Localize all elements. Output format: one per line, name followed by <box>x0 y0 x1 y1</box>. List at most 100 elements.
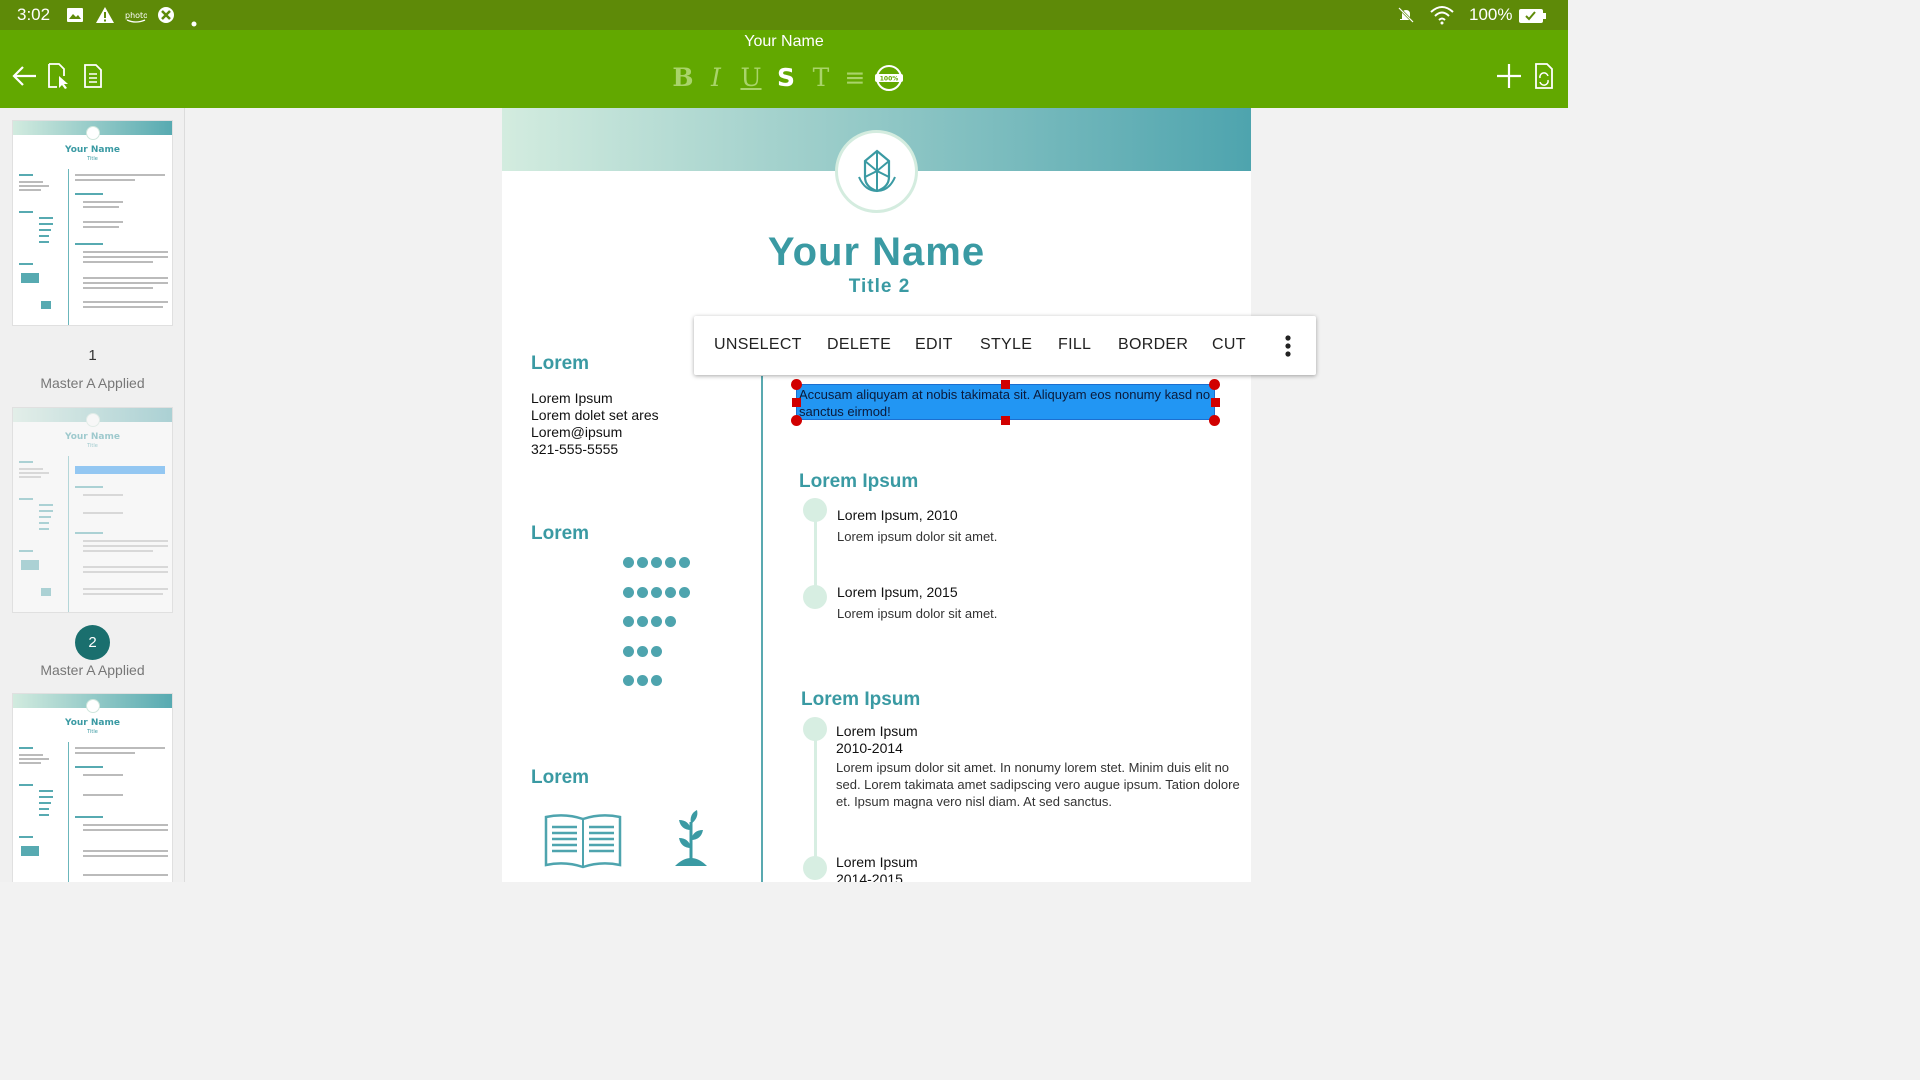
entry-years[interactable]: 2014-2015 <box>836 871 903 882</box>
cut-menu-item[interactable]: CUT <box>1212 336 1246 354</box>
page-number-1: 1 <box>88 347 97 364</box>
skill-dot <box>665 557 676 568</box>
app-toolbar: Your Name B I U S T ≡ 100% <box>0 30 1568 108</box>
skill-dot <box>651 557 662 568</box>
resize-handle-top[interactable] <box>1001 380 1010 389</box>
skill-dot <box>637 645 648 657</box>
entry-title[interactable]: Lorem Ipsum, 2015 <box>837 584 958 600</box>
lotus-logo-icon <box>835 130 918 213</box>
skill-dot <box>623 645 634 657</box>
do-not-disturb-icon <box>1397 6 1415 28</box>
status-bar: 3:02 photos 100% <box>0 0 1568 30</box>
skill-dot-row <box>623 645 662 657</box>
skill-dot <box>651 616 662 627</box>
style-menu-item[interactable]: STYLE <box>980 336 1032 354</box>
resize-handle-right[interactable] <box>1211 398 1220 407</box>
open-book-icon <box>543 813 623 873</box>
page-thumbnail-2[interactable]: Your Name Title <box>12 407 173 613</box>
italic-button[interactable]: I <box>705 63 727 93</box>
page-master-label-2: Master A Applied <box>40 662 145 678</box>
edit-menu-item[interactable]: EDIT <box>915 336 953 354</box>
skill-dot-row <box>623 616 676 627</box>
svg-text:photos: photos <box>125 11 147 20</box>
entry-title[interactable]: Lorem Ipsum <box>836 723 918 739</box>
text-style-button[interactable]: T <box>809 63 833 93</box>
resume-title[interactable]: Title 2 <box>502 276 1251 298</box>
underline-button[interactable]: U <box>739 63 763 93</box>
contact-phone: 321-555-5555 <box>531 441 619 457</box>
selection-context-menu: UNSELECT DELETE EDIT STYLE FILL BORDER C… <box>694 316 1316 375</box>
battery-charging-icon <box>1519 8 1547 27</box>
wifi-icon <box>1430 5 1454 29</box>
section-heading-interests[interactable]: Lorem <box>531 767 589 789</box>
selected-text-box[interactable]: Accusam aliquyam at nobis takimata sit. … <box>796 384 1215 420</box>
bold-button[interactable]: B <box>671 63 695 93</box>
entry-text[interactable]: Lorem ipsum dolor sit amet. In nonumy lo… <box>836 759 1246 810</box>
contact-name: Lorem Ipsum <box>531 390 613 406</box>
skill-dot <box>637 586 648 598</box>
notification-dot-icon <box>191 12 197 31</box>
document-page[interactable]: Your Name Title 2 Lorem Lorem Ipsum Lore… <box>502 108 1251 882</box>
skill-dot <box>665 616 676 627</box>
skill-dot <box>679 586 690 598</box>
more-options-icon[interactable] <box>1278 334 1298 362</box>
skill-dot <box>679 557 690 568</box>
section-heading-experience[interactable]: Lorem Ipsum <box>799 471 918 493</box>
timeline-dot <box>803 498 827 522</box>
resize-handle-top-left[interactable] <box>791 379 802 390</box>
resize-handle-left[interactable] <box>792 398 801 407</box>
timeline-dot <box>803 856 827 880</box>
column-divider <box>761 376 763 882</box>
entry-title[interactable]: Lorem Ipsum <box>836 854 918 870</box>
sync-app-icon <box>157 6 175 28</box>
strikethrough-button[interactable]: S <box>774 63 798 93</box>
timeline-dot <box>803 717 827 741</box>
contact-email: Lorem@ipsum <box>531 424 623 440</box>
resize-handle-bottom-right[interactable] <box>1209 415 1220 426</box>
skill-dot <box>637 616 648 627</box>
back-arrow-icon[interactable] <box>8 60 40 92</box>
delete-menu-item[interactable]: DELETE <box>827 336 891 354</box>
contact-block[interactable]: Lorem Ipsum Lorem dolet set ares Lorem@i… <box>531 390 659 458</box>
resume-name[interactable]: Your Name <box>502 230 1251 275</box>
skill-dot <box>623 557 634 568</box>
page-thumbnail-sidebar: Your Name Title 1 Master A Applied Your … <box>0 108 185 882</box>
section-heading-contact[interactable]: Lorem <box>531 353 589 375</box>
section-heading-education[interactable]: Lorem Ipsum <box>801 689 920 711</box>
photos-icon: photos <box>125 8 152 27</box>
contact-address: Lorem dolet set ares <box>531 407 659 423</box>
skill-dot <box>637 557 648 568</box>
unselect-menu-item[interactable]: UNSELECT <box>714 336 802 354</box>
entry-text[interactable]: Lorem ipsum dolor sit amet. <box>837 605 997 622</box>
add-icon[interactable] <box>1493 60 1525 92</box>
page-thumbnail-1[interactable]: Your Name Title <box>12 120 173 326</box>
skill-dot-row <box>623 557 690 568</box>
border-menu-item[interactable]: BORDER <box>1118 336 1188 354</box>
entry-text[interactable]: Lorem ipsum dolor sit amet. <box>837 528 997 545</box>
zoom-badge-icon[interactable]: 100% <box>873 62 905 94</box>
document-sync-icon[interactable] <box>1528 60 1560 92</box>
resize-handle-bottom-left[interactable] <box>791 415 802 426</box>
skill-dot <box>623 675 634 686</box>
align-button[interactable]: ≡ <box>843 63 867 93</box>
page-thumbnail-3[interactable]: Your Name Title <box>12 693 173 882</box>
page-select-icon[interactable] <box>42 60 74 92</box>
warning-icon <box>95 6 115 28</box>
page-master-label-1: Master A Applied <box>40 375 145 391</box>
skill-dot <box>651 675 662 686</box>
document-icon[interactable] <box>77 60 109 92</box>
skill-dot <box>651 586 662 598</box>
resize-handle-top-right[interactable] <box>1209 379 1220 390</box>
clock: 3:02 <box>17 5 51 24</box>
skill-dot <box>651 645 662 657</box>
fill-menu-item[interactable]: FILL <box>1058 336 1091 354</box>
section-heading-skills[interactable]: Lorem <box>531 523 589 545</box>
gallery-icon <box>66 6 84 28</box>
document-title: Your Name <box>744 33 824 50</box>
resize-handle-bottom[interactable] <box>1001 416 1010 425</box>
entry-title[interactable]: Lorem Ipsum, 2010 <box>837 507 958 523</box>
plant-sprout-icon <box>673 808 709 872</box>
entry-years[interactable]: 2010-2014 <box>836 740 903 756</box>
zoom-level: 100% <box>880 76 899 83</box>
skill-dot-row <box>623 586 690 598</box>
